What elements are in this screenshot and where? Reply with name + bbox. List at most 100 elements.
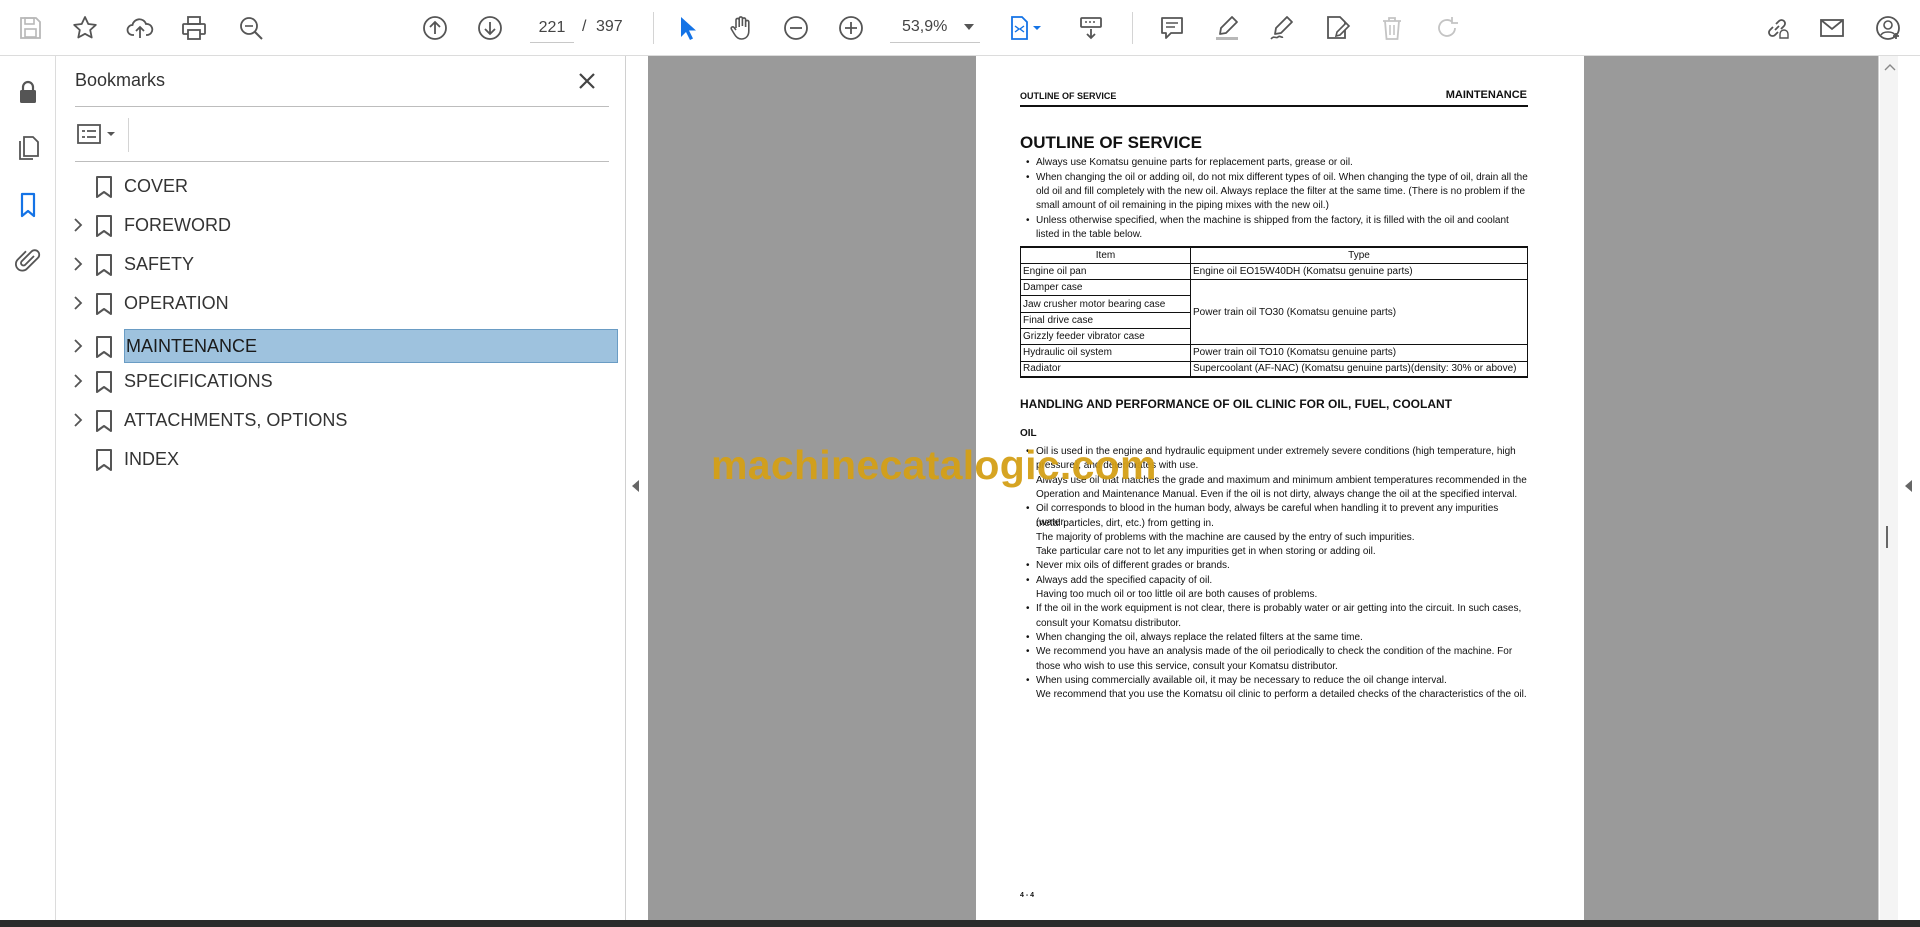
table-cell: Hydraulic oil system <box>1020 344 1191 362</box>
column-header: Type <box>1190 245 1528 264</box>
chevron-right-icon[interactable] <box>70 412 86 428</box>
vertical-scrollbar[interactable] <box>1880 56 1898 920</box>
oil-text-line: consult your Komatsu distributor. <box>1036 617 1182 629</box>
table-row: Damper case Power train oil TO30 (Komats… <box>1020 279 1528 346</box>
fit-page-icon[interactable] <box>1003 10 1049 46</box>
table-cell: Supercoolant (AF-NAC) (Komatsu genuine p… <box>1190 360 1528 379</box>
panel-title: Bookmarks <box>75 70 166 90</box>
bookmark-label: FOREWORD <box>124 215 231 235</box>
table-cell: Engine oil pan <box>1020 262 1191 281</box>
bookmark-label: COVER <box>124 176 189 196</box>
watermark: machinecatalogic.com <box>711 442 1157 488</box>
oil-text-line: • Always add the specified capacity of oi… <box>1026 574 1213 586</box>
select-cursor-icon[interactable] <box>669 10 705 46</box>
bookmark-item-operation[interactable]: OPERATION <box>56 286 626 320</box>
oil-text-line: those who wish to use this service, cons… <box>1036 660 1338 672</box>
bookmark-item-cover[interactable]: COVER <box>56 169 626 203</box>
chevron-right-icon[interactable] <box>70 373 86 389</box>
oil-text-line: • If the oil in the work equipment is not… <box>1026 603 1522 615</box>
bookmark-item-foreword[interactable]: FOREWORD <box>56 208 626 242</box>
oil-text-line: metal particles, dirt, etc.) from gettin… <box>1036 517 1214 529</box>
pages-icon[interactable] <box>10 130 46 166</box>
bookmark-label: SAFETY <box>124 254 195 274</box>
chevron-down-icon <box>964 24 974 30</box>
running-header-right: MAINTENANCE <box>1445 89 1527 101</box>
user-add-icon[interactable] <box>1870 10 1906 46</box>
scroll-mode-icon[interactable] <box>1073 10 1109 46</box>
list-item: • Unless otherwise specified, when the ma… <box>1026 214 1509 240</box>
page-down-icon[interactable] <box>472 10 508 46</box>
table-header-row: Item Type <box>1020 245 1528 264</box>
bookmark-icon <box>93 175 115 199</box>
oil-text-line: Having too much oil or too little oil ar… <box>1036 589 1318 600</box>
zoom-level-value: 53,9% <box>902 18 948 35</box>
page-total: 397 <box>596 18 623 35</box>
chevron-right-icon[interactable] <box>70 338 86 354</box>
table-row: Engine oil pan Engine oil EO15W40DH (Kom… <box>1020 262 1528 281</box>
table-row: Hydraulic oil system Power train oil TO1… <box>1020 344 1528 362</box>
zoom-search-icon[interactable] <box>233 10 269 46</box>
bookmark-item-safety[interactable]: SAFETY <box>56 247 626 281</box>
upload-cloud-icon[interactable] <box>122 10 158 46</box>
table-cell: Engine oil EO15W40DH (Komatsu genuine pa… <box>1190 262 1528 281</box>
save-icon[interactable] <box>12 10 48 46</box>
page-separator: / <box>582 18 587 35</box>
email-icon[interactable] <box>1814 10 1850 46</box>
bookmark-icon <box>93 214 115 238</box>
page-up-icon[interactable] <box>417 10 453 46</box>
bookmark-icon <box>93 448 115 472</box>
table-cell: Power train oil TO10 (Komatsu genuine pa… <box>1190 344 1528 362</box>
chevron-right-icon[interactable] <box>70 256 86 272</box>
chevron-right-icon[interactable] <box>70 217 86 233</box>
oil-text-line: We recommend that you use the Komatsu oi… <box>1036 689 1527 701</box>
print-icon[interactable] <box>176 10 212 46</box>
sign-icon[interactable] <box>1264 10 1300 46</box>
bookmark-item-attachments-options[interactable]: ATTACHMENTS, OPTIONS <box>56 403 626 437</box>
list-item: • Always use Komatsu genuine parts for re… <box>1026 157 1353 168</box>
left-tool-rail <box>0 56 56 920</box>
zoom-level-dropdown[interactable]: 53,9% <box>890 13 980 43</box>
collapse-left-panel-icon[interactable] <box>632 480 639 492</box>
redo-icon[interactable] <box>1429 10 1465 46</box>
taskbar-edge <box>0 920 1920 927</box>
table-cell: Jaw crusher motor bearing case <box>1020 295 1191 313</box>
chevron-right-icon[interactable] <box>70 295 86 311</box>
section-title: OUTLINE OF SERVICE <box>1020 133 1202 152</box>
bookmark-item-maintenance[interactable]: MAINTENANCE <box>56 329 626 363</box>
page-number-input[interactable] <box>530 13 574 43</box>
delete-icon[interactable] <box>1374 10 1410 46</box>
lock-icon[interactable] <box>10 74 46 110</box>
scrollbar-thumb[interactable] <box>1886 526 1888 548</box>
comment-icon[interactable] <box>1154 10 1190 46</box>
bookmark-item-index[interactable]: INDEX <box>56 442 626 476</box>
oil-text-line: Operation and Maintenance Manual. Even i… <box>1036 488 1518 500</box>
share-link-icon[interactable] <box>1759 10 1795 46</box>
expand-right-panel-icon[interactable] <box>1905 480 1912 492</box>
highlight-icon[interactable] <box>1209 10 1245 46</box>
bookmark-icon[interactable] <box>10 187 46 223</box>
zoom-in-icon[interactable] <box>833 10 869 46</box>
zoom-out-icon[interactable] <box>778 10 814 46</box>
bookmarks-panel: Bookmarks COVER FOREWORD SAFETY OPERATIO… <box>56 56 626 920</box>
bookmark-label: OPERATION <box>124 293 229 313</box>
fill-sign-icon[interactable] <box>1319 10 1355 46</box>
attachment-icon[interactable] <box>10 243 46 279</box>
divider <box>75 161 609 162</box>
bookmark-label: SPECIFICATIONS <box>124 371 273 391</box>
table-cell: Grizzly feeder vibrator case <box>1020 327 1191 346</box>
scroll-up-icon[interactable] <box>1884 58 1896 71</box>
column-header: Item <box>1020 245 1191 264</box>
bookmark-icon <box>93 370 115 394</box>
subsection-title-oil: OIL <box>1020 428 1037 439</box>
star-icon[interactable] <box>67 10 103 46</box>
bookmark-label: ATTACHMENTS, OPTIONS <box>124 410 348 430</box>
page-footer-number: 4 - 4 <box>1020 892 1035 899</box>
bookmark-label: INDEX <box>124 449 180 469</box>
bookmark-item-specifications[interactable]: SPECIFICATIONS <box>56 364 626 398</box>
bookmark-options-button[interactable] <box>75 120 123 150</box>
table-cell: Power train oil TO30 (Komatsu genuine pa… <box>1190 279 1528 346</box>
hand-icon[interactable] <box>723 10 759 46</box>
close-icon[interactable] <box>574 68 600 94</box>
oil-text-line: • We recommend you have an analysis made … <box>1026 646 1513 658</box>
toolbar-divider <box>1132 12 1133 44</box>
